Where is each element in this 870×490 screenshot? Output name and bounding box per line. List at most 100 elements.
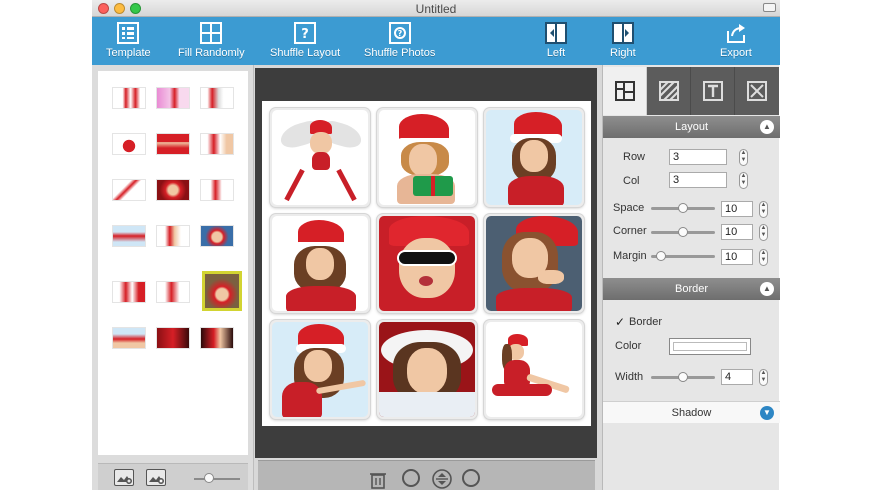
layout-section-header[interactable]: Layout ▲ <box>603 116 780 138</box>
layout-icon <box>614 81 635 101</box>
margin-label: Margin <box>613 250 647 262</box>
collage-cell[interactable] <box>484 108 584 207</box>
shuffle-photos-icon: ? <box>388 22 411 44</box>
collage-cell[interactable] <box>377 214 477 313</box>
photo-thumbnail[interactable] <box>156 225 190 247</box>
margin-stepper[interactable]: ▲ ▼ <box>759 249 768 266</box>
export-button[interactable]: Export <box>720 17 752 65</box>
border-checkbox[interactable]: ✓ <box>615 316 627 328</box>
photo-thumbnail[interactable] <box>156 281 190 303</box>
corner-slider-knob[interactable] <box>678 227 688 237</box>
rotate-left-icon[interactable] <box>402 469 420 487</box>
flip-vertical-icon[interactable] <box>432 469 452 489</box>
col-stepper[interactable]: ▲ ▼ <box>739 172 748 189</box>
rotate-right-button[interactable]: Right <box>610 17 636 65</box>
grid-icon <box>200 22 223 44</box>
template-label: Template <box>106 47 151 59</box>
window-title: Untitled <box>415 2 457 16</box>
thumbnail-size-slider[interactable] <box>194 478 240 480</box>
expand-shadow-icon[interactable]: ▼ <box>760 406 774 420</box>
collapse-layout-icon[interactable]: ▲ <box>760 120 774 134</box>
fill-randomly-label: Fill Randomly <box>178 47 245 59</box>
tab-clipart[interactable] <box>735 67 779 115</box>
trash-icon[interactable] <box>368 469 388 489</box>
thumbnail-size-slider-knob[interactable] <box>204 473 214 483</box>
pattern-icon <box>658 81 679 101</box>
photo-thumbnail[interactable] <box>112 281 146 303</box>
photo-thumbnail[interactable] <box>112 327 146 349</box>
photo-library-panel <box>92 65 254 490</box>
remove-photo-icon <box>149 476 164 484</box>
svg-text:?: ? <box>397 29 402 38</box>
remove-photos-button[interactable] <box>146 469 166 486</box>
settings-panel: Layout ▲ Row 3 ▲ ▼ Col 3 ▲ ▼ Space 10 ▲ ▼ C… <box>602 65 780 490</box>
photo-thumbnail[interactable] <box>200 327 234 349</box>
tab-text[interactable] <box>691 67 735 115</box>
photo-thumbnail[interactable] <box>156 133 190 155</box>
fullscreen-button[interactable] <box>763 3 776 12</box>
border-color-well[interactable] <box>669 338 751 355</box>
photo-thumbnail[interactable] <box>156 327 190 349</box>
width-label: Width <box>615 371 644 383</box>
right-label: Right <box>610 47 636 59</box>
template-icon <box>117 22 140 44</box>
add-photos-button[interactable] <box>114 469 134 486</box>
photo-thumbnail[interactable] <box>200 179 234 201</box>
tab-layout[interactable] <box>603 67 647 115</box>
shuffle-layout-button[interactable]: ? Shuffle Layout <box>270 17 340 65</box>
photo-thumbnail[interactable] <box>200 87 234 109</box>
photo-thumbnail[interactable] <box>112 133 146 155</box>
border-width-slider-knob[interactable] <box>678 372 688 382</box>
collage-cell[interactable] <box>270 320 370 419</box>
export-label: Export <box>720 47 752 59</box>
photo-thumbnail[interactable] <box>200 225 234 247</box>
left-label: Left <box>546 47 566 59</box>
photo-thumbnail[interactable] <box>156 87 190 109</box>
collage-cell[interactable] <box>484 214 584 313</box>
photo-thumbnail[interactable] <box>112 87 146 109</box>
shadow-section-header[interactable]: Shadow ▼ <box>603 401 780 423</box>
collapse-border-icon[interactable]: ▲ <box>760 282 774 296</box>
color-label: Color <box>615 340 642 352</box>
row-field[interactable]: 3 <box>669 149 727 165</box>
collage-cell[interactable] <box>377 108 477 207</box>
collage-cell[interactable] <box>484 320 584 419</box>
fill-randomly-button[interactable]: Fill Randomly <box>178 17 245 65</box>
col-field[interactable]: 3 <box>669 172 727 188</box>
space-slider-knob[interactable] <box>678 203 688 213</box>
template-button[interactable]: Template <box>106 17 151 65</box>
shuffle-layout-icon: ? <box>294 22 317 44</box>
photo-thumbnail[interactable] <box>112 179 146 201</box>
photo-thumbnail[interactable] <box>156 179 190 201</box>
border-width-field[interactable]: 4 <box>721 369 753 385</box>
shuffle-layout-label: Shuffle Layout <box>270 47 341 59</box>
space-stepper[interactable]: ▲ ▼ <box>759 201 768 218</box>
corner-stepper[interactable]: ▲ ▼ <box>759 224 768 241</box>
clipart-icon <box>747 81 767 101</box>
title-bar: Untitled <box>92 0 780 17</box>
col-label: Col <box>623 175 640 187</box>
shuffle-photos-label: Shuffle Photos <box>364 47 436 59</box>
shuffle-photos-button[interactable]: ? Shuffle Photos <box>364 17 435 65</box>
collage-cell[interactable] <box>270 214 370 313</box>
border-section-header[interactable]: Border ▲ <box>603 278 780 300</box>
margin-field[interactable]: 10 <box>721 249 753 265</box>
margin-slider-knob[interactable] <box>655 251 666 261</box>
collage-canvas[interactable] <box>262 101 591 426</box>
space-field[interactable]: 10 <box>721 201 753 217</box>
tab-background[interactable] <box>647 67 691 115</box>
photo-thumbnail[interactable] <box>112 225 146 247</box>
photo-thumbnail[interactable] <box>200 133 234 155</box>
border-width-stepper[interactable]: ▲ ▼ <box>759 369 768 386</box>
rotate-left-button[interactable]: Left <box>544 17 568 65</box>
text-icon <box>702 81 723 101</box>
corner-field[interactable]: 10 <box>721 224 753 240</box>
main-toolbar: Template Fill Randomly ? Shuffle Layout … <box>92 17 780 65</box>
row-stepper[interactable]: ▲ ▼ <box>739 149 748 166</box>
collage-cell[interactable] <box>377 320 477 419</box>
row-label: Row <box>623 151 646 163</box>
collage-cell[interactable] <box>270 108 370 207</box>
photo-thumbnail-selected[interactable] <box>202 271 242 311</box>
rotate-right-icon[interactable] <box>462 469 480 487</box>
align-left-icon <box>545 22 567 44</box>
